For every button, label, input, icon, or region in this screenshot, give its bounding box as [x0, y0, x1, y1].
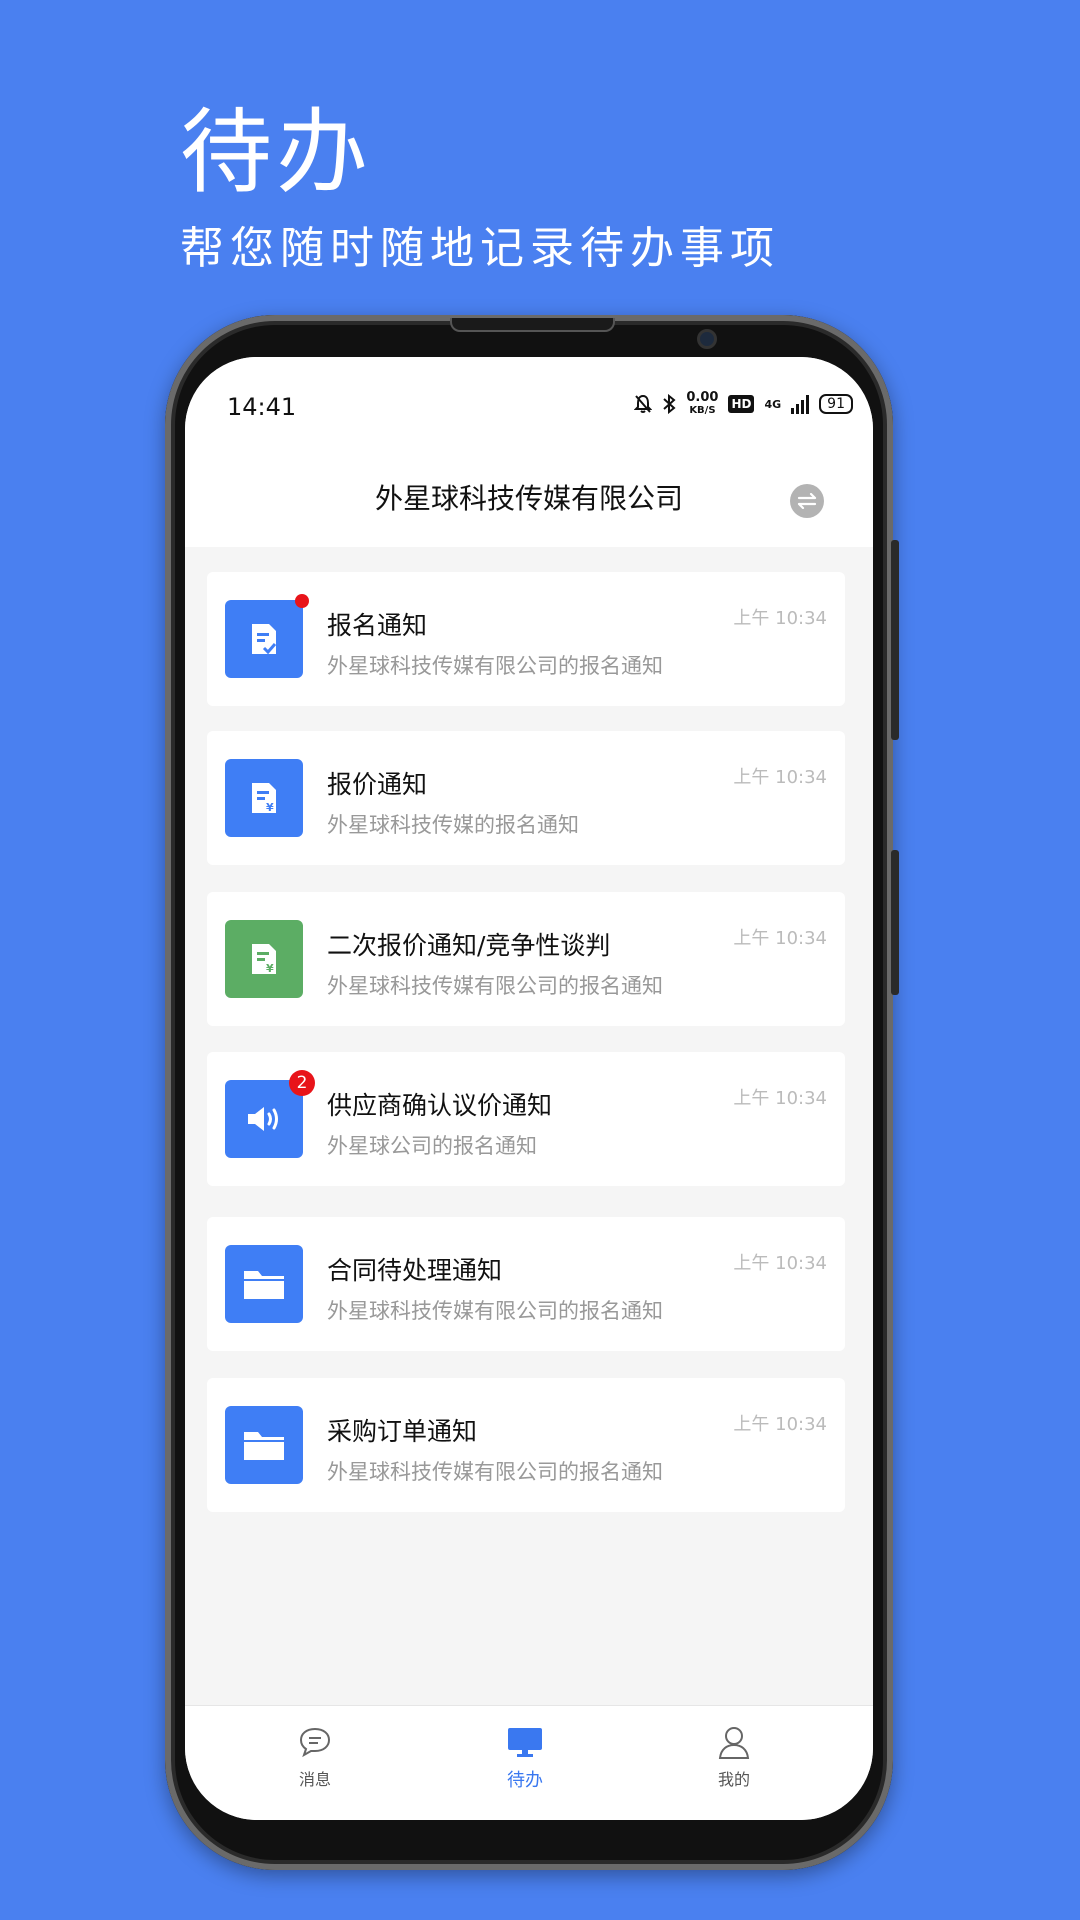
phone-frame: 14:41 0.00 KB/S HD 4G 91 外星球科技传媒有限公司 报名通… [165, 315, 899, 1870]
notice-time: 上午 10:34 [733, 1414, 827, 1435]
notice-icon-bg: ¥ [225, 920, 303, 998]
notice-card[interactable]: 合同待处理通知 外星球科技传媒有限公司的报名通知 上午 10:34 [207, 1217, 845, 1351]
document-check-icon [252, 624, 277, 655]
notice-time: 上午 10:34 [733, 767, 827, 788]
folder-icon [244, 1432, 284, 1460]
notice-card[interactable]: 采购订单通知 外星球科技传媒有限公司的报名通知 上午 10:34 [207, 1378, 845, 1512]
notice-title: 二次报价通知/竞争性谈判 [327, 931, 611, 960]
notice-icon-bg: ¥ [225, 759, 303, 837]
notice-title: 采购订单通知 [327, 1417, 478, 1446]
status-time: 14:41 [227, 393, 297, 421]
camera-icon [697, 329, 717, 349]
notice-card[interactable]: ¥ 二次报价通知/竞争性谈判 外星球科技传媒有限公司的报名通知 上午 10:34 [207, 892, 845, 1026]
tab-icon-wrap [465, 1722, 585, 1762]
swap-icon [797, 493, 817, 509]
company-title: 外星球科技传媒有限公司 [374, 482, 683, 515]
signal-icon [791, 394, 810, 414]
hero-title: 待办 [180, 99, 373, 206]
document-yen-icon: ¥ [252, 944, 276, 975]
notice-card[interactable]: 报名通知 外星球科技传媒有限公司的报名通知 上午 10:34 [207, 572, 845, 706]
tab-mine[interactable]: 我的 [674, 1722, 794, 1790]
notice-title: 报名通知 [327, 611, 428, 640]
tab-label: 我的 [717, 1770, 750, 1789]
unread-count-badge: 2 [289, 1070, 315, 1096]
user-icon [718, 1727, 750, 1759]
notice-subtitle: 外星球科技传媒有限公司的报名通知 [327, 974, 663, 998]
notice-icon-bg [225, 1245, 303, 1323]
notice-title: 报价通知 [327, 770, 428, 799]
notice-card[interactable]: 2 供应商确认议价通知 外星球公司的报名通知 上午 10:34 [207, 1052, 845, 1186]
notice-icon-bg [225, 1080, 303, 1158]
notice-subtitle: 外星球科技传媒有限公司的报名通知 [327, 654, 663, 678]
switch-company-button[interactable] [790, 484, 824, 518]
bottom-tab-bar: 消息 待办 我的 [185, 1705, 873, 1820]
notice-time: 上午 10:34 [733, 1253, 827, 1274]
notice-subtitle: 外星球公司的报名通知 [327, 1134, 537, 1158]
tab-label: 消息 [298, 1770, 331, 1789]
document-yen-icon: ¥ [252, 783, 276, 814]
status-icons: 0.00 KB/S HD 4G 91 [634, 391, 853, 417]
notice-icon-bg [225, 600, 303, 678]
speed-value: 0.00 [686, 390, 719, 405]
tab-label: 待办 [507, 1770, 543, 1791]
tab-messages[interactable]: 消息 [255, 1722, 375, 1790]
notice-card[interactable]: ¥ 报价通知 外星球科技传媒的报名通知 上午 10:34 [207, 731, 845, 865]
status-bar: 14:41 0.00 KB/S HD 4G 91 [185, 357, 873, 447]
svg-text:¥: ¥ [266, 801, 274, 814]
svg-text:¥: ¥ [266, 962, 274, 975]
notice-icon-bg [225, 1406, 303, 1484]
speaker-icon [248, 1107, 278, 1131]
monitor-icon [508, 1728, 542, 1757]
phone-notch [450, 318, 615, 332]
tab-todo[interactable]: 待办 [465, 1722, 585, 1792]
network-type: 4G [764, 397, 782, 411]
notice-subtitle: 外星球科技传媒有限公司的报名通知 [327, 1299, 663, 1323]
tab-icon-wrap [674, 1722, 794, 1762]
folder-icon [244, 1271, 284, 1299]
notice-title: 合同待处理通知 [327, 1256, 503, 1285]
notice-time: 上午 10:34 [733, 1088, 827, 1109]
bell-off-icon [634, 394, 653, 413]
power-button [891, 850, 899, 995]
notice-subtitle: 外星球科技传媒的报名通知 [327, 813, 579, 837]
unread-dot [295, 594, 309, 608]
speed-unit: KB/S [689, 405, 716, 416]
notice-time: 上午 10:34 [733, 608, 827, 629]
app-header: 外星球科技传媒有限公司 [185, 447, 873, 547]
notice-subtitle: 外星球科技传媒有限公司的报名通知 [327, 1460, 663, 1484]
bluetooth-icon [663, 394, 676, 414]
notice-time: 上午 10:34 [733, 928, 827, 949]
hero-subtitle: 帮您随时随地记录待办事项 [180, 223, 780, 274]
tab-icon-wrap [255, 1722, 375, 1762]
volume-button [891, 540, 899, 740]
notice-title: 供应商确认议价通知 [327, 1091, 553, 1120]
network-speed: 0.00 KB/S [686, 391, 718, 417]
chat-bubble-icon [299, 1727, 331, 1758]
hd-badge: HD [728, 395, 755, 413]
app-screen: 14:41 0.00 KB/S HD 4G 91 外星球科技传媒有限公司 报名通… [185, 357, 873, 1820]
battery-icon: 91 [819, 394, 853, 414]
